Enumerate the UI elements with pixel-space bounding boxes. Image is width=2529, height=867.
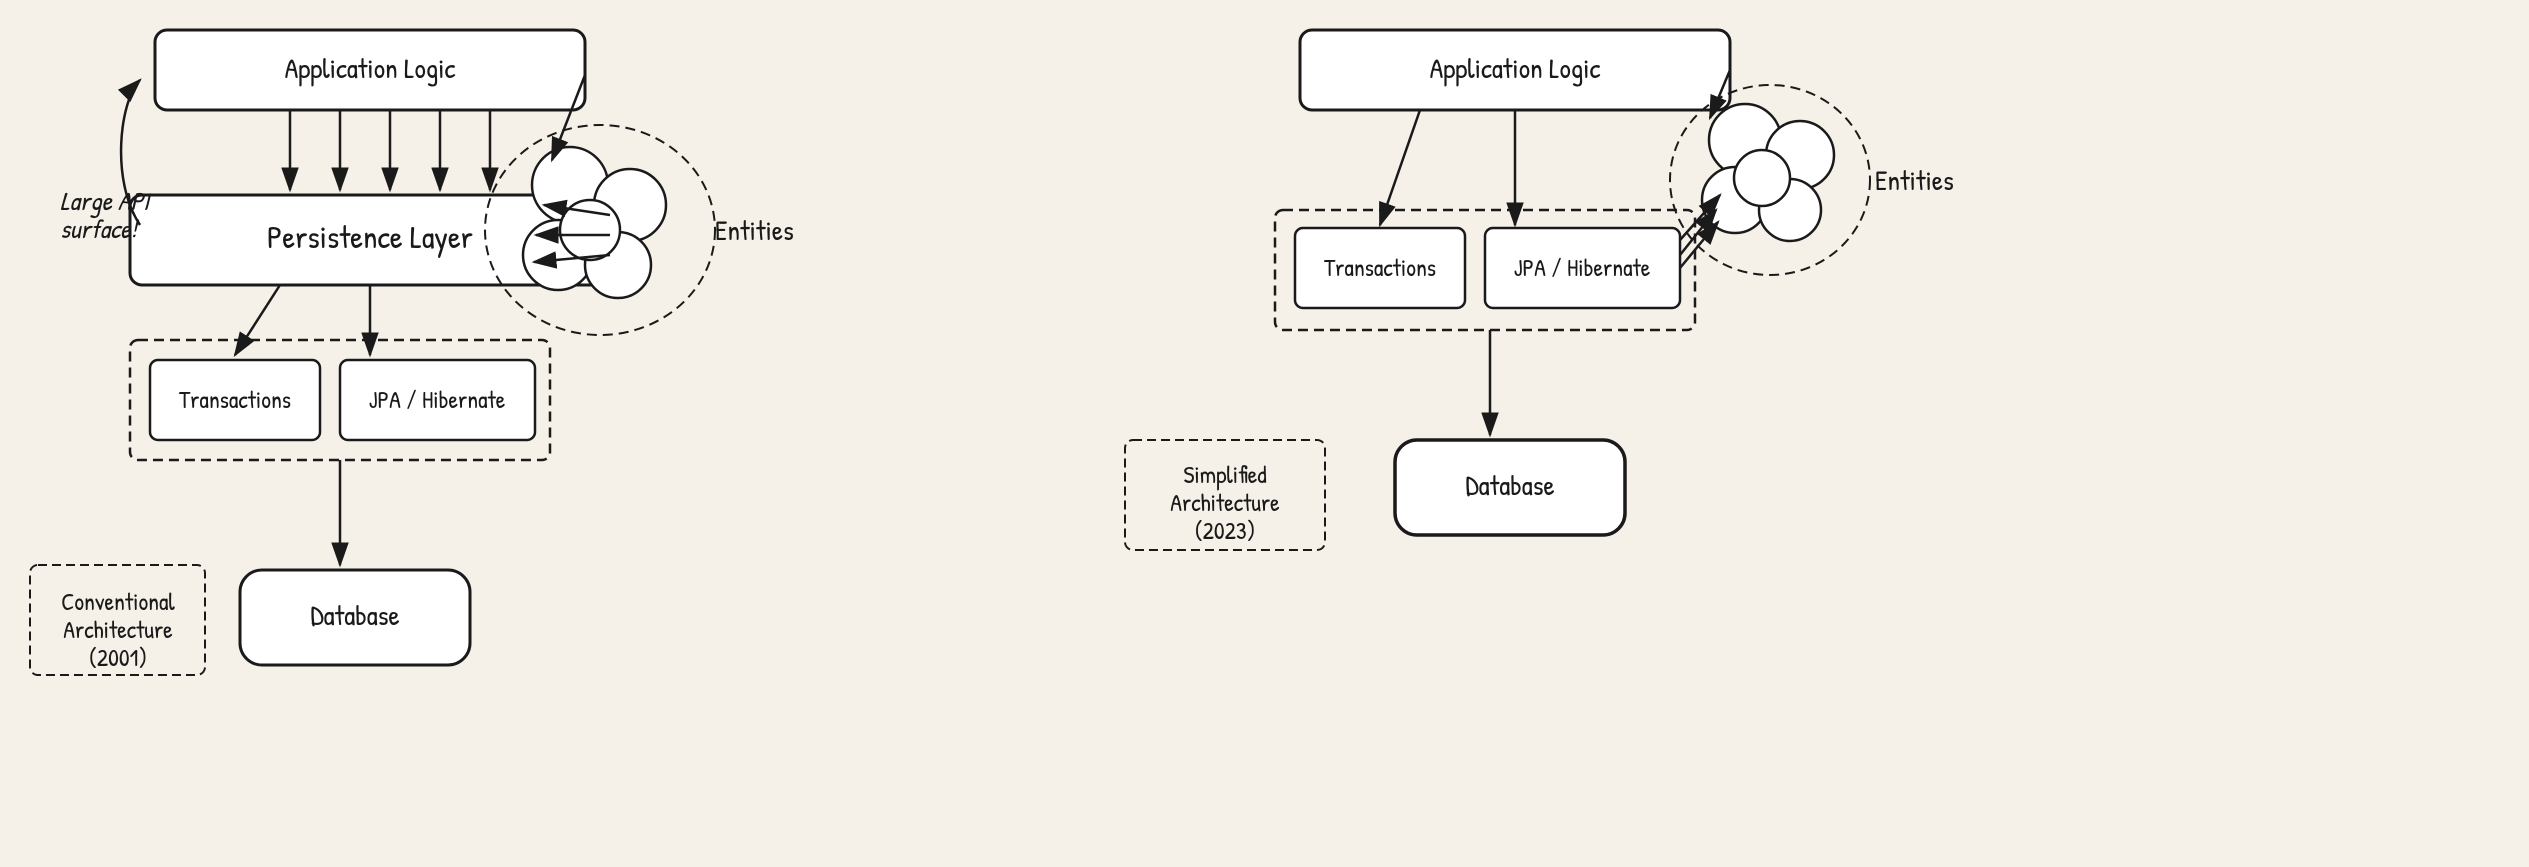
left-arch-title-3: (2001) (89, 642, 147, 674)
left-persistence-label: Persistence Layer (267, 215, 473, 258)
right-app-logic-label: Application Logic (1430, 49, 1601, 87)
left-transactions-label: Transactions (179, 384, 291, 416)
left-database-label: Database (310, 596, 399, 634)
right-transactions-label: Transactions (1324, 252, 1436, 284)
left-app-logic-label: Application Logic (285, 49, 456, 87)
left-jpa-label: JPA / Hibernate (369, 384, 506, 416)
right-database-label: Database (1465, 466, 1554, 504)
right-jpa-label: JPA / Hibernate (1514, 252, 1651, 284)
right-arch-title-3: (2023) (1195, 515, 1256, 547)
left-large-api-label2: surface! (60, 212, 139, 247)
right-entities-label: Entities (1875, 161, 1954, 199)
left-entities-label: Entities (715, 211, 794, 249)
main-canvas: Application Logic Persistence Layer Tran… (0, 0, 2529, 867)
